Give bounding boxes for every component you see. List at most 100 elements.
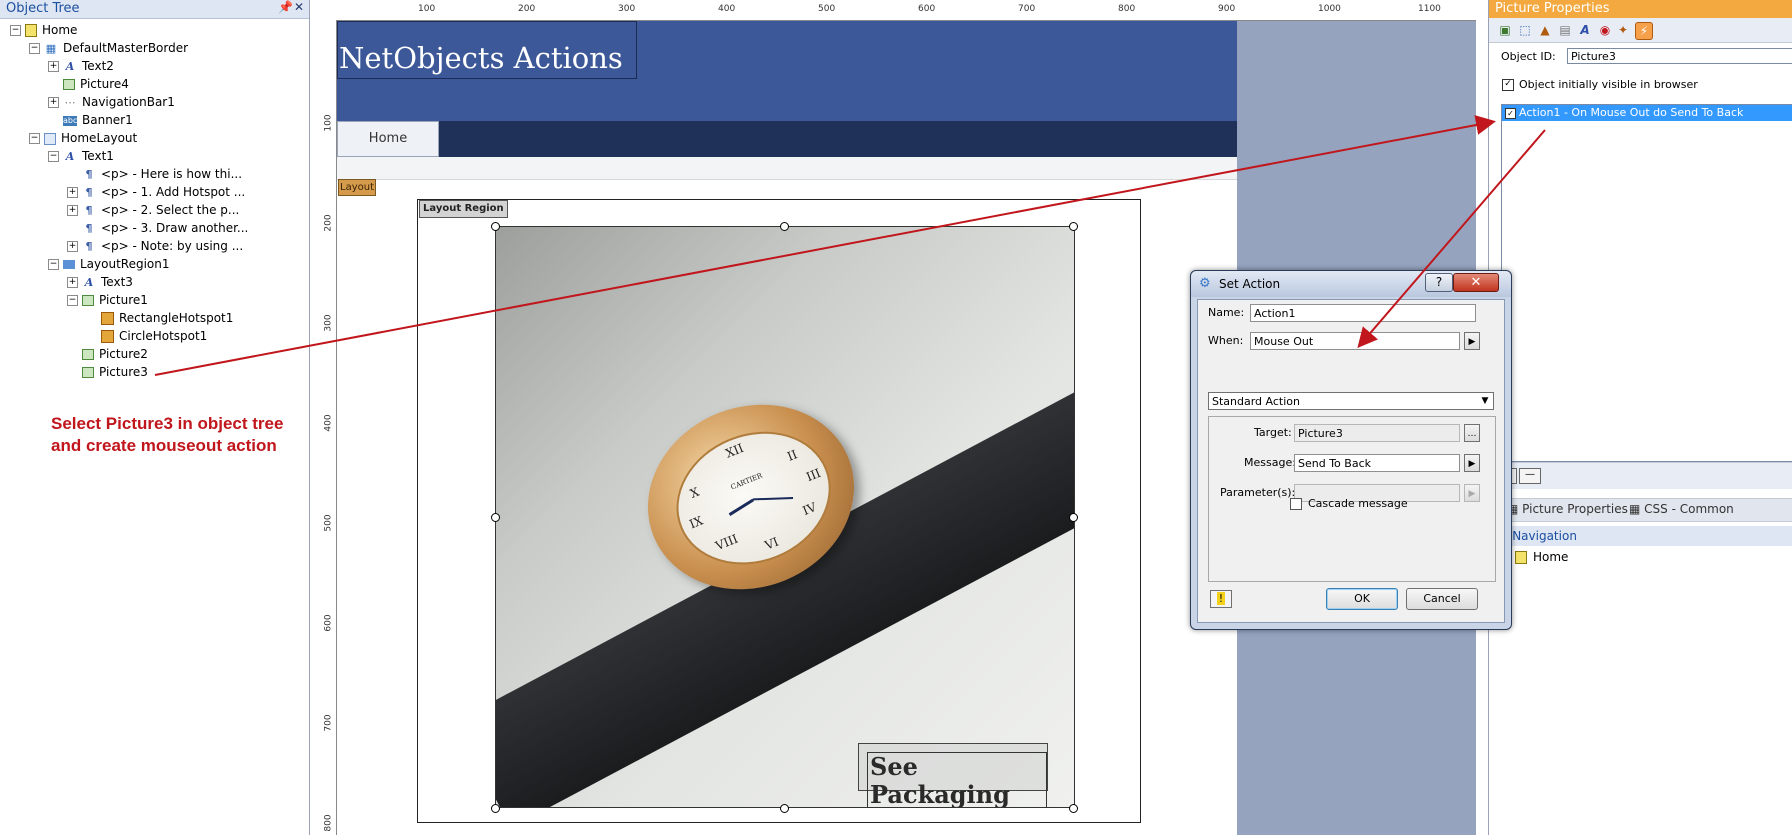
- visible-label: Object initially visible in browser: [1519, 78, 1698, 91]
- close-icon[interactable]: ✕: [294, 0, 304, 14]
- resize-handle[interactable]: [1069, 222, 1078, 231]
- parameters-arrow-button[interactable]: ▶: [1464, 484, 1480, 502]
- actions-icon[interactable]: ⚡: [1635, 22, 1653, 40]
- action-list-item[interactable]: ✓ Action1 - On Mouse Out do Send To Back: [1502, 105, 1792, 121]
- page-canvas: NetObjects Actions Home Layout Layout Re…: [337, 21, 1237, 835]
- tree-item-14[interactable]: + A Text3: [67, 273, 133, 291]
- when-input[interactable]: Mouse Out: [1250, 332, 1460, 350]
- name-input[interactable]: Action1: [1250, 304, 1476, 322]
- tree-item-0[interactable]: − Home: [10, 21, 77, 39]
- collapse-icon[interactable]: −: [48, 151, 59, 162]
- hotspot-icon[interactable]: ▲: [1537, 22, 1553, 38]
- tree-item-9[interactable]: + ¶ <p> - 1. Add Hotspot ...: [67, 183, 245, 201]
- tree-item-16[interactable]: RectangleHotspot1: [86, 309, 233, 327]
- collapse-icon[interactable]: −: [10, 25, 21, 36]
- help-button[interactable]: ?: [1425, 273, 1453, 292]
- tree-item-11[interactable]: ¶ <p> - 3. Draw another...: [67, 219, 249, 237]
- name-label: Name:: [1208, 306, 1245, 319]
- action-type-select[interactable]: Standard Action ▼: [1208, 392, 1494, 410]
- collapse-icon[interactable]: −: [67, 295, 78, 306]
- see-packaging-box[interactable]: See Packaging: [858, 743, 1048, 807]
- tree-item-17[interactable]: CircleHotspot1: [86, 327, 207, 345]
- message-input[interactable]: Send To Back: [1294, 454, 1460, 472]
- resize-handle[interactable]: [1069, 804, 1078, 813]
- paragraph-icon: ¶: [85, 185, 93, 199]
- picture-icon: [82, 367, 94, 378]
- resize-handle[interactable]: [1069, 513, 1078, 522]
- when-label: When:: [1208, 334, 1244, 347]
- tree-item-label: HomeLayout: [61, 131, 138, 145]
- expand-icon[interactable]: +: [67, 205, 78, 216]
- nav-button-home[interactable]: Home: [337, 121, 439, 157]
- layout-icon[interactable]: ▤: [1557, 22, 1573, 38]
- tree-item-label: RectangleHotspot1: [119, 311, 234, 325]
- target-input[interactable]: Picture3: [1294, 424, 1460, 442]
- ok-button[interactable]: OK: [1326, 588, 1398, 610]
- tree-item-13[interactable]: − LayoutRegion1: [48, 255, 170, 273]
- tree-item-2[interactable]: + A Text2: [48, 57, 114, 75]
- tree-item-label: <p> - 2. Select the p...: [101, 203, 240, 217]
- banner[interactable]: NetObjects Actions: [337, 21, 1237, 121]
- cancel-button[interactable]: Cancel: [1406, 588, 1478, 610]
- resize-handle[interactable]: [780, 804, 789, 813]
- site-navigation-home[interactable]: Home: [1515, 550, 1568, 564]
- resize-handle[interactable]: [780, 222, 789, 231]
- action-checkbox[interactable]: ✓: [1505, 107, 1516, 119]
- target-browse-button[interactable]: …: [1464, 424, 1480, 442]
- collapse-icon[interactable]: −: [29, 133, 40, 144]
- tree-item-18[interactable]: Picture2: [67, 345, 148, 363]
- resize-handle[interactable]: [491, 804, 500, 813]
- layout-region[interactable]: Layout Region XII II III IV VI VIII IX X…: [417, 199, 1141, 823]
- properties-tabs: ▦ Picture Properties ▦ CSS - Common: [1489, 498, 1792, 522]
- tree-item-4[interactable]: + ⋯ NavigationBar1: [48, 93, 175, 111]
- when-arrow-button[interactable]: ▶: [1464, 332, 1480, 350]
- tree-item-5[interactable]: abc Banner1: [48, 111, 133, 129]
- tree-item-6[interactable]: − HomeLayout: [29, 129, 137, 147]
- tree-item-8[interactable]: ¶ <p> - Here is how thi...: [67, 165, 243, 183]
- resize-icon[interactable]: ⬚: [1517, 22, 1533, 38]
- expand-icon[interactable]: +: [48, 97, 59, 108]
- tab-picture-properties[interactable]: ▦ Picture Properties: [1507, 502, 1628, 516]
- tree-item-19[interactable]: Picture3: [67, 363, 148, 381]
- dialog-titlebar[interactable]: ⚙ Set Action ? ✕: [1191, 271, 1511, 297]
- picture-watch[interactable]: XII II III IV VI VIII IX X CARTIER See P…: [495, 226, 1075, 808]
- expand-icon[interactable]: +: [67, 241, 78, 252]
- remove-action-button[interactable]: —: [1519, 468, 1541, 484]
- collapse-icon[interactable]: −: [29, 43, 40, 54]
- visible-checkbox[interactable]: ✓: [1502, 79, 1514, 91]
- collapse-icon[interactable]: −: [48, 259, 59, 270]
- picture-icon[interactable]: ▣: [1497, 22, 1513, 38]
- object-tree-header: Object Tree 📌 ✕: [0, 0, 309, 19]
- warning-button[interactable]: !: [1210, 590, 1232, 608]
- expand-icon[interactable]: +: [67, 277, 78, 288]
- eye-icon[interactable]: ◉: [1597, 22, 1613, 38]
- expand-icon[interactable]: +: [67, 187, 78, 198]
- object-id-input[interactable]: Picture3: [1567, 48, 1792, 64]
- resize-handle[interactable]: [491, 513, 500, 522]
- close-button[interactable]: ✕: [1453, 273, 1499, 292]
- expand-icon[interactable]: +: [48, 61, 59, 72]
- layout-tag[interactable]: Layout: [338, 179, 376, 196]
- actions-list[interactable]: ✓ Action1 - On Mouse Out do Send To Back: [1501, 104, 1792, 462]
- tree-item-12[interactable]: + ¶ <p> - Note: by using ...: [67, 237, 243, 255]
- tree-item-15[interactable]: − Picture1: [67, 291, 148, 309]
- tab-css-common[interactable]: ▦ CSS - Common: [1629, 502, 1734, 516]
- paragraph-icon: ¶: [85, 167, 93, 181]
- cascade-checkbox[interactable]: [1290, 498, 1302, 510]
- dialog-title: Set Action: [1219, 277, 1281, 291]
- pin-icon[interactable]: 📌: [278, 0, 293, 14]
- tree-item-7[interactable]: − A Text1: [48, 147, 114, 165]
- tree-item-1[interactable]: − ▦ DefaultMasterBorder: [29, 39, 188, 57]
- message-arrow-button[interactable]: ▶: [1464, 454, 1480, 472]
- ruler-tick-label: 800: [323, 814, 334, 832]
- effects-icon[interactable]: ✦: [1615, 22, 1631, 38]
- navigation-bar: Home: [337, 121, 1237, 157]
- resize-handle[interactable]: [491, 222, 500, 231]
- tree-item-label: <p> - Here is how thi...: [101, 167, 243, 181]
- tree-item-label: Home: [42, 23, 78, 37]
- text-icon[interactable]: A: [1577, 22, 1593, 38]
- tree-item-10[interactable]: + ¶ <p> - 2. Select the p...: [67, 201, 239, 219]
- tree-item-3[interactable]: Picture4: [48, 75, 129, 93]
- properties-title: Picture Properties: [1489, 0, 1792, 18]
- see-packaging-text: See Packaging: [867, 752, 1047, 807]
